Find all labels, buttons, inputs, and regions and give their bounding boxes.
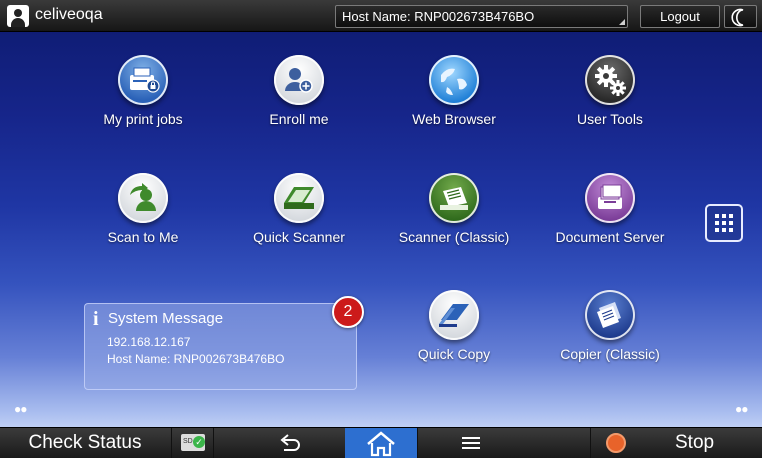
app-label: Document Server <box>555 229 665 245</box>
app-label: Copier (Classic) <box>560 346 660 362</box>
host-name-text: Host Name: RNP002673B476BO <box>342 9 535 24</box>
copier-classic-icon <box>585 290 635 340</box>
app-label: My print jobs <box>103 111 183 127</box>
night-mode-button[interactable] <box>724 5 757 28</box>
ip-address: 192.168.12.167 <box>107 335 191 349</box>
notification-badge: 2 <box>332 296 364 328</box>
app-label: Scanner (Classic) <box>398 229 510 245</box>
dropdown-corner-icon <box>619 19 625 25</box>
app-copier-classic[interactable]: Copier (Classic) <box>535 290 685 380</box>
stop-icon <box>606 433 626 453</box>
app-web-browser[interactable]: Web Browser <box>379 55 529 145</box>
app-label: Quick Copy <box>417 346 491 362</box>
document-server-icon <box>585 173 635 223</box>
app-my-print-jobs[interactable]: My print jobs <box>68 55 218 145</box>
top-bar: celiveoqa Host Name: RNP002673B476BO Log… <box>0 0 762 32</box>
app-document-server[interactable]: Document Server <box>535 173 685 263</box>
page-indicator-right[interactable]: ●● <box>735 402 748 416</box>
app-scanner-classic[interactable]: Scanner (Classic) <box>379 173 529 263</box>
system-message-widget[interactable]: i System Message 192.168.12.167 Host Nam… <box>84 303 357 390</box>
home-icon <box>367 431 395 457</box>
app-label: User Tools <box>577 111 643 127</box>
username-label: celiveoqa <box>35 6 103 23</box>
print-jobs-icon <box>118 55 168 105</box>
app-label: Web Browser <box>412 111 496 127</box>
sd-card-icon: SD ✓ <box>181 434 205 451</box>
home-button[interactable] <box>345 428 417 458</box>
app-quick-scanner[interactable]: Quick Scanner <box>224 173 374 263</box>
scanner-classic-icon <box>429 173 479 223</box>
quick-copy-icon <box>429 290 479 340</box>
app-label: Enroll me <box>269 111 329 127</box>
all-apps-grid-button[interactable] <box>705 204 743 242</box>
logout-button[interactable]: Logout <box>640 5 720 28</box>
menu-button[interactable] <box>417 428 523 458</box>
app-scan-to-me[interactable]: Scan to Me <box>68 173 218 263</box>
moon-icon <box>731 8 744 27</box>
globe-icon <box>429 55 479 105</box>
info-icon: i <box>93 308 99 330</box>
app-enroll-me[interactable]: Enroll me <box>224 55 374 145</box>
scan-to-me-icon <box>118 173 168 223</box>
stop-button[interactable]: Stop <box>590 428 762 458</box>
enroll-user-icon <box>274 55 324 105</box>
menu-icon-line <box>462 447 480 449</box>
host-name: Host Name: RNP002673B476BO <box>107 352 285 366</box>
check-icon: ✓ <box>193 436 205 448</box>
sd-card-button[interactable]: SD ✓ <box>171 428 214 458</box>
host-name-field[interactable]: Host Name: RNP002673B476BO <box>335 5 628 28</box>
quick-scanner-icon <box>274 173 324 223</box>
menu-icon-line <box>462 442 480 444</box>
gears-icon <box>585 55 635 105</box>
app-user-tools[interactable]: User Tools <box>535 55 685 145</box>
home-screen: celiveoqa Host Name: RNP002673B476BO Log… <box>0 0 762 458</box>
app-label: Quick Scanner <box>253 229 345 245</box>
user-icon[interactable] <box>7 5 29 27</box>
page-indicator-left[interactable]: ●● <box>14 402 27 416</box>
stop-label: Stop <box>675 432 715 453</box>
system-message-title: System Message <box>108 310 224 327</box>
menu-icon <box>462 437 480 439</box>
back-arrow-icon <box>280 434 300 451</box>
bottom-bar: Check Status SD ✓ Stop <box>0 427 762 458</box>
app-label: Scan to Me <box>107 229 179 245</box>
back-button[interactable] <box>214 428 345 458</box>
check-status-button[interactable]: Check Status <box>0 428 170 458</box>
app-quick-copy[interactable]: Quick Copy <box>379 290 529 380</box>
